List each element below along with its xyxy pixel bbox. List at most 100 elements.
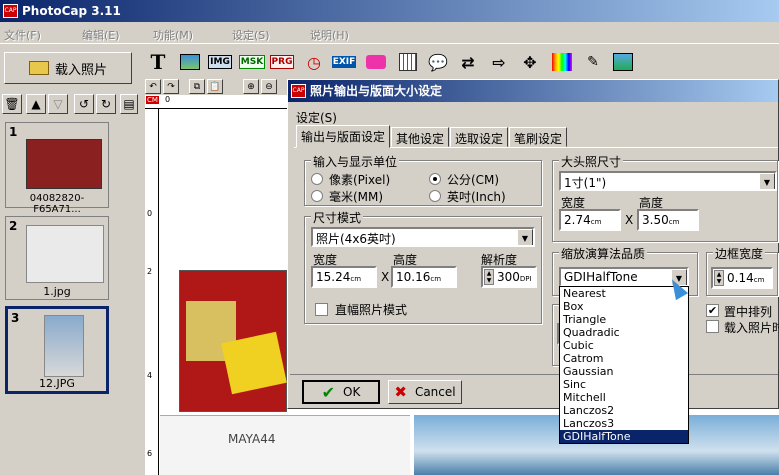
thumbnail-2[interactable]: 2 1.jpg xyxy=(5,216,109,300)
arrow-right-icon[interactable]: ⇨ xyxy=(487,50,511,74)
copy-icon[interactable]: ⧉ xyxy=(189,79,205,94)
palette-icon[interactable] xyxy=(550,50,574,74)
move-icon[interactable]: ✥ xyxy=(518,50,542,74)
center-arrange-checkbox[interactable]: ✔ xyxy=(706,304,719,317)
list-item[interactable]: Mitchell xyxy=(560,391,688,404)
resolution-spinner[interactable]: ▲ ▼ xyxy=(484,269,494,285)
menu-file[interactable]: 文件(F) xyxy=(4,27,41,43)
undo-icon[interactable]: ↶ xyxy=(145,79,161,94)
arrows-icon[interactable]: ⇄ xyxy=(456,50,480,74)
msk-icon[interactable]: MSK xyxy=(238,50,266,74)
redo-icon[interactable]: ↷ xyxy=(163,79,179,94)
paste-icon[interactable]: 📋 xyxy=(207,79,223,94)
units-group: 输入与显示单位 像素(Pixel) 公分(CM) 毫米(MM) 英吋(Inch) xyxy=(304,153,542,206)
radio-mm[interactable] xyxy=(311,190,323,202)
clock-icon[interactable]: ◷ xyxy=(302,50,326,74)
menu-function[interactable]: 功能(M) xyxy=(153,27,193,43)
scale-quality-value: GDIHalfTone xyxy=(564,270,638,284)
size-mode-value: 照片(4x6英吋) xyxy=(316,232,396,246)
canvas-photo-product[interactable] xyxy=(179,270,287,412)
thumbnail-caption: 1.jpg xyxy=(43,285,71,298)
cancel-button[interactable]: ✖ Cancel xyxy=(388,380,462,404)
list-item[interactable]: Lanczos2 xyxy=(560,404,688,417)
list-item[interactable]: Quadradic xyxy=(560,326,688,339)
headshot-width-input[interactable]: 2.74cm xyxy=(559,209,621,231)
app-title-bar: PhotoCap 3.11 xyxy=(0,0,779,22)
headshot-size-select[interactable]: 1寸(1") ▼ xyxy=(559,171,777,191)
prg-icon[interactable]: PRG xyxy=(269,50,295,74)
text-icon[interactable]: T xyxy=(146,50,170,74)
properties-icon[interactable]: ▤ xyxy=(120,94,138,114)
ruler-tick: 6 xyxy=(147,449,153,458)
tab-label: 其他设定 xyxy=(396,132,445,146)
list-item[interactable]: Box xyxy=(560,300,688,313)
chevron-down-icon[interactable]: ▼ xyxy=(517,229,533,245)
load-photo-checkbox[interactable] xyxy=(706,320,719,333)
rotate-right-icon[interactable]: ↻ xyxy=(96,94,116,114)
radio-inch[interactable] xyxy=(429,190,441,202)
thumbnail-1[interactable]: 1 04082820-F65A71... xyxy=(5,122,109,215)
trash-icon[interactable]: 🗑 xyxy=(2,94,22,114)
border-width-unit: cm xyxy=(753,276,765,284)
list-item[interactable]: Gaussian xyxy=(560,365,688,378)
cake-icon[interactable] xyxy=(364,50,388,74)
dialog-title: 照片输出与版面大小设定 xyxy=(310,84,443,98)
text-tool-label: T xyxy=(150,50,166,74)
radio-cm-label: 公分(CM) xyxy=(447,173,500,187)
size-mode-select[interactable]: 照片(4x6英吋) ▼ xyxy=(311,227,535,247)
menu-settings[interactable]: 设定(S) xyxy=(232,27,270,43)
zoom-out-icon[interactable]: ⊖ xyxy=(261,79,277,94)
height-unit: cm xyxy=(430,275,442,283)
headshot-size-value: 1寸(1") xyxy=(564,176,607,190)
tab-other-settings[interactable]: 其他设定 xyxy=(391,127,450,147)
list-item[interactable]: Lanczos3 xyxy=(560,417,688,430)
rotate-left-icon[interactable]: ↺ xyxy=(74,94,94,114)
img-icon[interactable]: IMG xyxy=(208,50,232,74)
close-icon: ✖ xyxy=(394,383,407,401)
move-up-icon[interactable]: ▲ xyxy=(26,94,46,114)
zoom-in-icon[interactable]: ⊕ xyxy=(243,79,259,94)
list-item-selected[interactable]: GDIHalfTone xyxy=(560,430,688,443)
border-width-spinner[interactable]: ▲ ▼ xyxy=(714,270,724,286)
list-item[interactable]: Catrom xyxy=(560,352,688,365)
scale-quality-dropdown-list[interactable]: Nearest Box Triangle Quadradic Cubic Cat… xyxy=(559,286,689,444)
tab-selection-settings[interactable]: 选取设定 xyxy=(450,127,509,147)
radio-cm[interactable] xyxy=(429,173,441,185)
units-group-label: 输入与显示单位 xyxy=(311,153,400,170)
ok-button[interactable]: ✔ OK xyxy=(302,380,380,404)
list-item[interactable]: Triangle xyxy=(560,313,688,326)
load-photo-label: 载入照片时 xyxy=(724,321,779,335)
image-icon[interactable] xyxy=(178,50,202,74)
radio-inch-label: 英吋(Inch) xyxy=(447,190,506,204)
headshot-height-input[interactable]: 3.50cm xyxy=(637,209,699,231)
tab-brush-settings[interactable]: 笔刷设定 xyxy=(509,127,568,147)
portrait-mode-checkbox[interactable] xyxy=(315,303,328,316)
thumbnail-number: 2 xyxy=(9,219,18,233)
menu-edit[interactable]: 编辑(E) xyxy=(82,27,120,43)
list-item[interactable]: Cubic xyxy=(560,339,688,352)
border-width-input[interactable]: ▲ ▼ 0.14cm xyxy=(711,267,773,289)
settings-label[interactable]: 设定(S) xyxy=(296,109,337,126)
calendar-icon[interactable] xyxy=(396,50,420,74)
portrait-mode-label: 直幅照片模式 xyxy=(335,303,408,317)
headshot-width-value: 2.74 xyxy=(564,213,591,227)
move-down-icon[interactable]: ▽ xyxy=(48,94,68,114)
exif-icon[interactable]: EXIF xyxy=(331,50,357,74)
list-item[interactable]: Sinc xyxy=(560,378,688,391)
landscape-icon[interactable] xyxy=(611,50,635,74)
size-mode-label: 尺寸模式 xyxy=(311,209,364,226)
width-input[interactable]: 15.24cm xyxy=(311,266,377,288)
menu-help[interactable]: 说明(H) xyxy=(310,27,349,43)
height-input[interactable]: 10.16cm xyxy=(391,266,457,288)
chevron-down-icon[interactable]: ▼ xyxy=(759,173,775,189)
canvas-photo-documents[interactable]: MAYA44 xyxy=(160,415,410,475)
resolution-input[interactable]: ▲ ▼ 300DPI xyxy=(481,266,537,288)
edit-icon[interactable]: ✎ xyxy=(581,50,605,74)
speech-icon[interactable]: 💬 xyxy=(426,50,450,74)
tab-output-layout[interactable]: 输出与版面设定 xyxy=(296,125,391,148)
width-unit: cm xyxy=(350,275,362,283)
resolution-unit: DPI xyxy=(519,275,532,283)
load-photo-button[interactable]: 载入照片 xyxy=(4,52,132,84)
radio-pixel[interactable] xyxy=(311,173,323,185)
thumbnail-3[interactable]: 3 12.JPG xyxy=(5,306,109,394)
